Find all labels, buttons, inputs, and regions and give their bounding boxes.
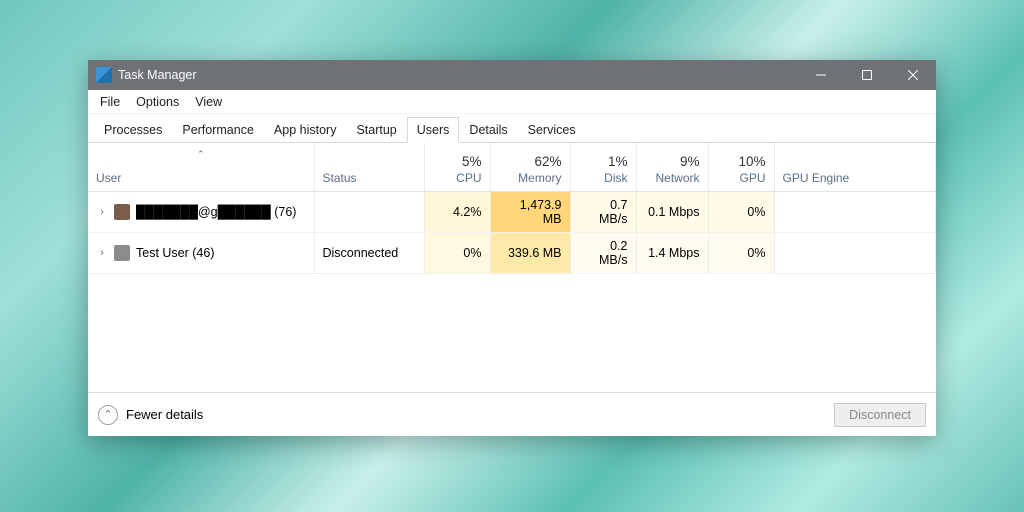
cpu-label: CPU	[456, 171, 481, 185]
task-manager-window: Task Manager File Options View Processes…	[88, 60, 936, 436]
window-title: Task Manager	[118, 68, 197, 82]
status-value: Disconnected	[314, 232, 424, 273]
status-value	[314, 191, 424, 232]
disk-label: Disk	[604, 171, 627, 185]
menu-options[interactable]: Options	[128, 92, 187, 112]
menubar: File Options View	[88, 90, 936, 114]
tab-services[interactable]: Services	[518, 117, 586, 143]
tab-details[interactable]: Details	[459, 117, 517, 143]
chevron-right-icon[interactable]: ›	[96, 247, 108, 259]
memory-value: 1,473.9 MB	[490, 191, 570, 232]
gpu-value: 0%	[708, 232, 774, 273]
tab-processes[interactable]: Processes	[94, 117, 172, 143]
col-disk[interactable]: 1% Disk	[570, 143, 636, 191]
gpu-value: 0%	[708, 191, 774, 232]
network-value: 0.1 Mbps	[636, 191, 708, 232]
footer: ⌃ Fewer details Disconnect	[88, 392, 936, 436]
close-button[interactable]	[890, 60, 936, 90]
chevron-right-icon[interactable]: ›	[96, 206, 108, 218]
disconnect-button[interactable]: Disconnect	[834, 403, 926, 427]
network-total: 9%	[680, 154, 700, 169]
memory-value: 339.6 MB	[490, 232, 570, 273]
content-area: ⌃ User Status 5% CPU 62%	[88, 143, 936, 392]
cpu-value: 0%	[424, 232, 490, 273]
table-header-row: ⌃ User Status 5% CPU 62%	[88, 143, 936, 191]
tab-app-history[interactable]: App history	[264, 117, 347, 143]
col-status[interactable]: Status	[314, 143, 424, 191]
col-gpu[interactable]: 10% GPU	[708, 143, 774, 191]
menu-view[interactable]: View	[187, 92, 230, 112]
col-memory[interactable]: 62% Memory	[490, 143, 570, 191]
avatar	[114, 245, 130, 261]
network-label: Network	[655, 171, 699, 185]
menu-file[interactable]: File	[92, 92, 128, 112]
gpu-engine-value	[774, 191, 936, 232]
chevron-up-icon: ⌃	[103, 408, 112, 421]
close-icon	[908, 70, 918, 80]
fewer-details-label[interactable]: Fewer details	[126, 407, 203, 422]
table-row[interactable]: › Test User (46) Disconnected 0% 339.6 M…	[88, 232, 936, 273]
memory-label: Memory	[518, 171, 561, 185]
tab-strip: Processes Performance App history Startu…	[88, 114, 936, 143]
tab-startup[interactable]: Startup	[346, 117, 406, 143]
table-row[interactable]: › ███████@g██████ (76) 4.2% 1,473.9 MB 0…	[88, 191, 936, 232]
disk-value: 0.2 MB/s	[570, 232, 636, 273]
minimize-icon	[816, 70, 826, 80]
gpu-engine-value	[774, 232, 936, 273]
memory-total: 62%	[534, 154, 561, 169]
cpu-value: 4.2%	[424, 191, 490, 232]
avatar	[114, 204, 130, 220]
gpu-total: 10%	[738, 154, 765, 169]
user-name: Test User (46)	[136, 246, 215, 260]
col-network[interactable]: 9% Network	[636, 143, 708, 191]
gpu-label: GPU	[739, 171, 765, 185]
tab-performance[interactable]: Performance	[172, 117, 264, 143]
disk-total: 1%	[608, 154, 628, 169]
tab-users[interactable]: Users	[407, 117, 460, 143]
col-cpu[interactable]: 5% CPU	[424, 143, 490, 191]
network-value: 1.4 Mbps	[636, 232, 708, 273]
sort-indicator-icon: ⌃	[197, 149, 205, 160]
users-table: ⌃ User Status 5% CPU 62%	[88, 143, 936, 274]
disk-value: 0.7 MB/s	[570, 191, 636, 232]
col-user-label: User	[96, 171, 121, 185]
maximize-button[interactable]	[844, 60, 890, 90]
col-status-label: Status	[323, 171, 357, 185]
maximize-icon	[862, 70, 872, 80]
col-gpu-engine-label: GPU Engine	[783, 171, 850, 185]
fewer-details-toggle[interactable]: ⌃	[98, 405, 118, 425]
titlebar[interactable]: Task Manager	[88, 60, 936, 90]
app-icon	[96, 67, 112, 83]
user-name: ███████@g██████ (76)	[136, 205, 296, 219]
col-user[interactable]: ⌃ User	[88, 143, 314, 191]
minimize-button[interactable]	[798, 60, 844, 90]
col-gpu-engine[interactable]: GPU Engine	[774, 143, 936, 191]
cpu-total: 5%	[462, 154, 482, 169]
